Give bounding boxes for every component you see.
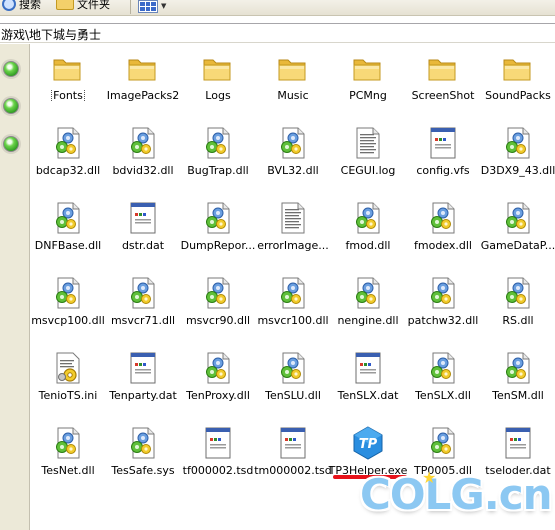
search-button[interactable]: 搜索	[2, 0, 41, 14]
folder-icon	[500, 50, 536, 86]
data-file-icon	[425, 125, 461, 161]
toolbar: 搜索 文件夹 ▼	[0, 0, 555, 16]
dll-file-icon	[50, 275, 86, 311]
expand-orb-icon[interactable]	[3, 98, 19, 114]
dll-file-icon	[350, 275, 386, 311]
dll-file-icon	[125, 275, 161, 311]
data-file-icon	[275, 425, 311, 461]
search-label: 搜索	[19, 0, 41, 11]
data-file-icon	[500, 425, 536, 461]
dll-file-icon	[425, 350, 461, 386]
dll-file-icon	[500, 200, 536, 236]
folder-icon	[125, 50, 161, 86]
dll-file-icon	[125, 125, 161, 161]
svg-text:TP: TP	[359, 437, 378, 452]
address-bar[interactable]: 游戏\地下城与勇士	[0, 23, 555, 43]
colg-watermark: COLG.cn ★	[360, 468, 553, 530]
text-file-icon	[275, 200, 311, 236]
search-icon	[2, 0, 16, 11]
toolbar-separator	[130, 0, 131, 14]
settings-file-icon	[50, 350, 86, 386]
file-name-label: SoundPacks	[485, 89, 551, 102]
address-path: 游戏\地下城与勇士	[1, 28, 102, 42]
file-name-label: D3DX9_43.dll	[480, 164, 555, 177]
dll-file-icon	[275, 350, 311, 386]
folder-icon	[275, 50, 311, 86]
dll-file-icon	[500, 275, 536, 311]
dll-file-icon	[200, 125, 236, 161]
dll-file-icon	[350, 200, 386, 236]
file-item[interactable]: D3DX9_43.dll	[473, 125, 555, 191]
file-name-label: RS.dll	[502, 314, 534, 327]
dll-file-icon	[200, 200, 236, 236]
views-button[interactable]: ▼	[138, 0, 166, 16]
dll-file-icon	[425, 200, 461, 236]
expand-orb-icon[interactable]	[3, 136, 19, 152]
folders-label: 文件夹	[77, 0, 110, 11]
folders-button[interactable]: 文件夹	[56, 0, 110, 14]
file-item[interactable]: RS.dll	[473, 275, 555, 341]
folder-icon	[56, 0, 74, 10]
folder-item[interactable]: SoundPacks	[473, 50, 555, 116]
watermark-text: COLG.cn	[360, 470, 553, 519]
file-item[interactable]: TenSM.dll	[473, 350, 555, 416]
dll-file-icon	[500, 350, 536, 386]
chevron-down-icon: ▼	[161, 2, 167, 10]
dll-file-icon	[200, 350, 236, 386]
folder-icon	[200, 50, 236, 86]
file-item[interactable]: GameDataP...	[473, 200, 555, 266]
text-file-icon	[350, 125, 386, 161]
dll-file-icon	[425, 275, 461, 311]
dll-file-icon	[425, 425, 461, 461]
file-name-label: GameDataP...	[480, 239, 555, 252]
file-name-label: TenSM.dll	[492, 389, 544, 402]
expand-orb-icon[interactable]	[3, 61, 19, 77]
folder-icon	[350, 50, 386, 86]
data-file-icon	[200, 425, 236, 461]
dll-file-icon	[500, 125, 536, 161]
dll-file-icon	[200, 275, 236, 311]
dll-file-icon	[50, 125, 86, 161]
dll-file-icon	[50, 200, 86, 236]
sys-file-icon	[125, 425, 161, 461]
app-exe-icon: TP	[350, 425, 386, 461]
data-file-icon	[125, 350, 161, 386]
folder-icon	[50, 50, 86, 86]
data-file-icon	[350, 350, 386, 386]
data-file-icon	[125, 200, 161, 236]
star-icon: ★	[422, 468, 437, 487]
views-icon	[138, 0, 158, 13]
dll-file-icon	[275, 125, 311, 161]
folder-icon	[425, 50, 461, 86]
dll-file-icon	[275, 275, 311, 311]
dll-file-icon	[50, 425, 86, 461]
